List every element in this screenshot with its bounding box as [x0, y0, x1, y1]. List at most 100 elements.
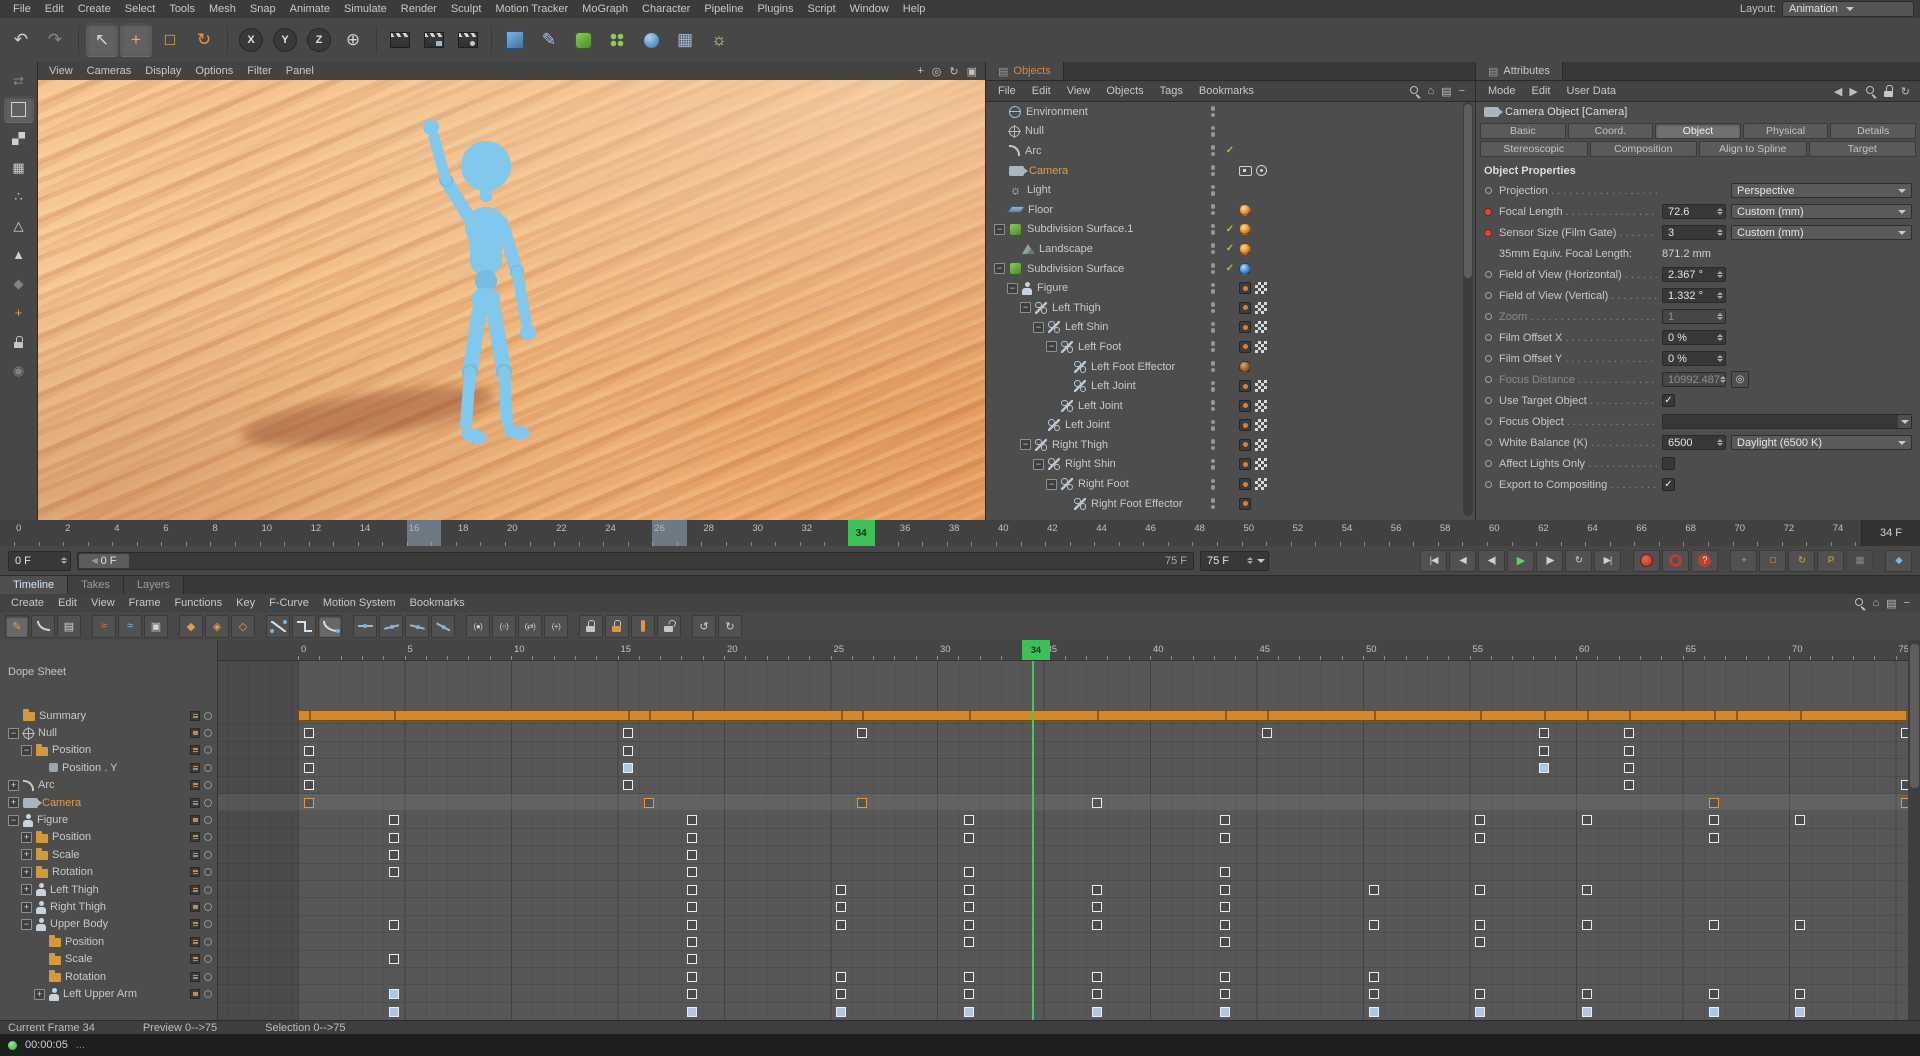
value-field[interactable]: 2.367 ° [1662, 267, 1726, 282]
keyframe[interactable] [1624, 728, 1635, 739]
keyframe[interactable] [687, 954, 698, 965]
keyframe-dot-icon[interactable] [1484, 228, 1492, 237]
track-state-icon[interactable] [190, 989, 200, 1000]
keyframe[interactable] [1709, 1006, 1720, 1017]
keyframe[interactable] [1794, 1006, 1805, 1017]
menu-simulate[interactable]: Simulate [337, 2, 394, 16]
object-row-null[interactable]: Null [986, 122, 1461, 142]
track-solo-icon[interactable] [204, 746, 212, 755]
lock-value-icon[interactable] [605, 614, 629, 638]
track-row-summary[interactable]: Summary [0, 707, 217, 724]
track-row-figure[interactable]: − Figure [0, 811, 217, 828]
keyframe[interactable] [303, 762, 314, 773]
minimize-icon[interactable]: − [1904, 597, 1910, 609]
keyframe[interactable] [1901, 780, 1908, 791]
timeline-ruler[interactable]: 0246810121416182022242628303234363840424… [0, 520, 1920, 547]
keyframe[interactable] [1794, 989, 1805, 1000]
checkbox[interactable]: ✓ [1662, 394, 1675, 407]
keyframe-dot-icon[interactable] [1484, 418, 1492, 425]
lock-x-axis-icon[interactable]: X [235, 23, 267, 57]
tag-dot-icon[interactable] [1239, 282, 1251, 295]
clamp-icon[interactable]: (●) [466, 614, 490, 638]
keyframe[interactable] [1624, 762, 1635, 773]
nav-back-icon[interactable]: ◀ [1834, 85, 1842, 98]
summary-track[interactable] [298, 710, 1908, 722]
dropdown-field[interactable]: Custom (mm) [1731, 225, 1912, 240]
menu-edit[interactable]: Edit [38, 2, 71, 16]
object-row-environment[interactable]: Environment [986, 102, 1461, 122]
track-row-rotation[interactable]: + Rotation [0, 864, 217, 881]
track-solo-icon[interactable] [204, 937, 212, 946]
tag-dot-icon[interactable] [1239, 419, 1251, 432]
tag-dot-icon[interactable] [1239, 497, 1251, 510]
timeline-menu-create[interactable]: Create [4, 596, 51, 610]
track-state-icon[interactable] [190, 954, 200, 965]
menu-mesh[interactable]: Mesh [202, 2, 243, 16]
objects-menu-tags[interactable]: Tags [1152, 84, 1191, 98]
tab-basic[interactable]: Basic [1480, 123, 1566, 139]
keyframe[interactable] [1219, 902, 1230, 913]
track-row-right-thigh[interactable]: + Right Thigh [0, 898, 217, 915]
keyframe[interactable] [1581, 815, 1592, 826]
search-icon[interactable] [1854, 597, 1866, 609]
keyframe[interactable] [1581, 1006, 1592, 1017]
visibility-toggles[interactable] [1205, 478, 1221, 490]
keyframe[interactable] [963, 989, 974, 1000]
expand-toggle-icon[interactable]: + [21, 884, 32, 896]
visibility-toggles[interactable] [1205, 263, 1221, 275]
visibility-toggles[interactable] [1205, 361, 1221, 373]
tag-dot-icon[interactable] [1239, 399, 1251, 412]
keyframe[interactable] [1709, 919, 1720, 930]
playhead[interactable]: 34 [847, 520, 875, 546]
track-state-icon[interactable] [190, 780, 200, 791]
tab-stereoscopic[interactable]: Stereoscopic [1480, 141, 1588, 157]
keyframe[interactable] [388, 919, 399, 930]
object-row-left-shin[interactable]: − Left Shin [986, 318, 1461, 338]
history-icon[interactable]: ↻ [1901, 85, 1910, 98]
dope-sheet-mode-icon[interactable]: ✎ [5, 614, 29, 638]
track-state-icon[interactable] [190, 745, 200, 756]
pen-tool-icon[interactable]: ✎ [533, 23, 565, 57]
live-selection-icon[interactable]: ↖ [86, 23, 118, 57]
viewport-menu-options[interactable]: Options [188, 64, 240, 78]
menu-render[interactable]: Render [394, 2, 444, 16]
visibility-toggles[interactable] [1205, 204, 1221, 216]
tab-coord[interactable]: Coord. [1567, 123, 1654, 139]
attribute-manager-tab[interactable]: ▤ Attributes [1476, 62, 1563, 80]
show-position-tracks-icon[interactable]: ≈ [92, 614, 116, 638]
tag-checker-icon[interactable] [1255, 340, 1267, 353]
track-state-icon[interactable] [190, 919, 200, 930]
texture-mode-icon[interactable] [4, 125, 34, 152]
visibility-toggles[interactable] [1205, 498, 1221, 510]
expand-toggle-icon[interactable]: − [1046, 341, 1057, 353]
tag-checker-icon[interactable] [1255, 478, 1267, 491]
keyframe[interactable] [1475, 815, 1486, 826]
track-row-scale[interactable]: + Scale [0, 846, 217, 863]
object-row-left-joint[interactable]: Left Joint [986, 416, 1461, 436]
expand-toggle-icon[interactable]: + [8, 797, 19, 809]
snap-icon[interactable]: ◉ [4, 357, 34, 384]
track-solo-icon[interactable] [204, 903, 212, 912]
delete-keyframe-icon[interactable]: ◇ [231, 614, 255, 638]
tagc-display-icon[interactable] [1239, 165, 1252, 176]
redo-icon[interactable]: ↷ [39, 23, 71, 57]
lock-icon[interactable] [4, 328, 34, 355]
keyframe[interactable] [1091, 989, 1102, 1000]
track-row-position[interactable]: − Position [0, 742, 217, 759]
timeline-menu-view[interactable]: View [84, 596, 122, 610]
coordinate-system-icon[interactable]: ⊕ [337, 23, 369, 57]
keyframe[interactable] [687, 849, 698, 860]
track-state-icon[interactable] [190, 971, 200, 982]
pan-view-icon[interactable]: + [917, 65, 923, 78]
keyframe[interactable] [1219, 867, 1230, 878]
object-row-camera[interactable]: Camera [986, 161, 1461, 181]
keyframe[interactable] [1624, 780, 1635, 791]
add-cube-icon[interactable] [499, 23, 531, 57]
lock-selection-icon[interactable] [631, 614, 655, 638]
keyframe[interactable] [963, 936, 974, 947]
track-state-icon[interactable] [190, 762, 200, 773]
keyframe[interactable] [963, 1006, 974, 1017]
keyframe[interactable] [687, 815, 698, 826]
track-state-icon[interactable] [190, 797, 200, 808]
keyframe[interactable] [1475, 1006, 1486, 1017]
